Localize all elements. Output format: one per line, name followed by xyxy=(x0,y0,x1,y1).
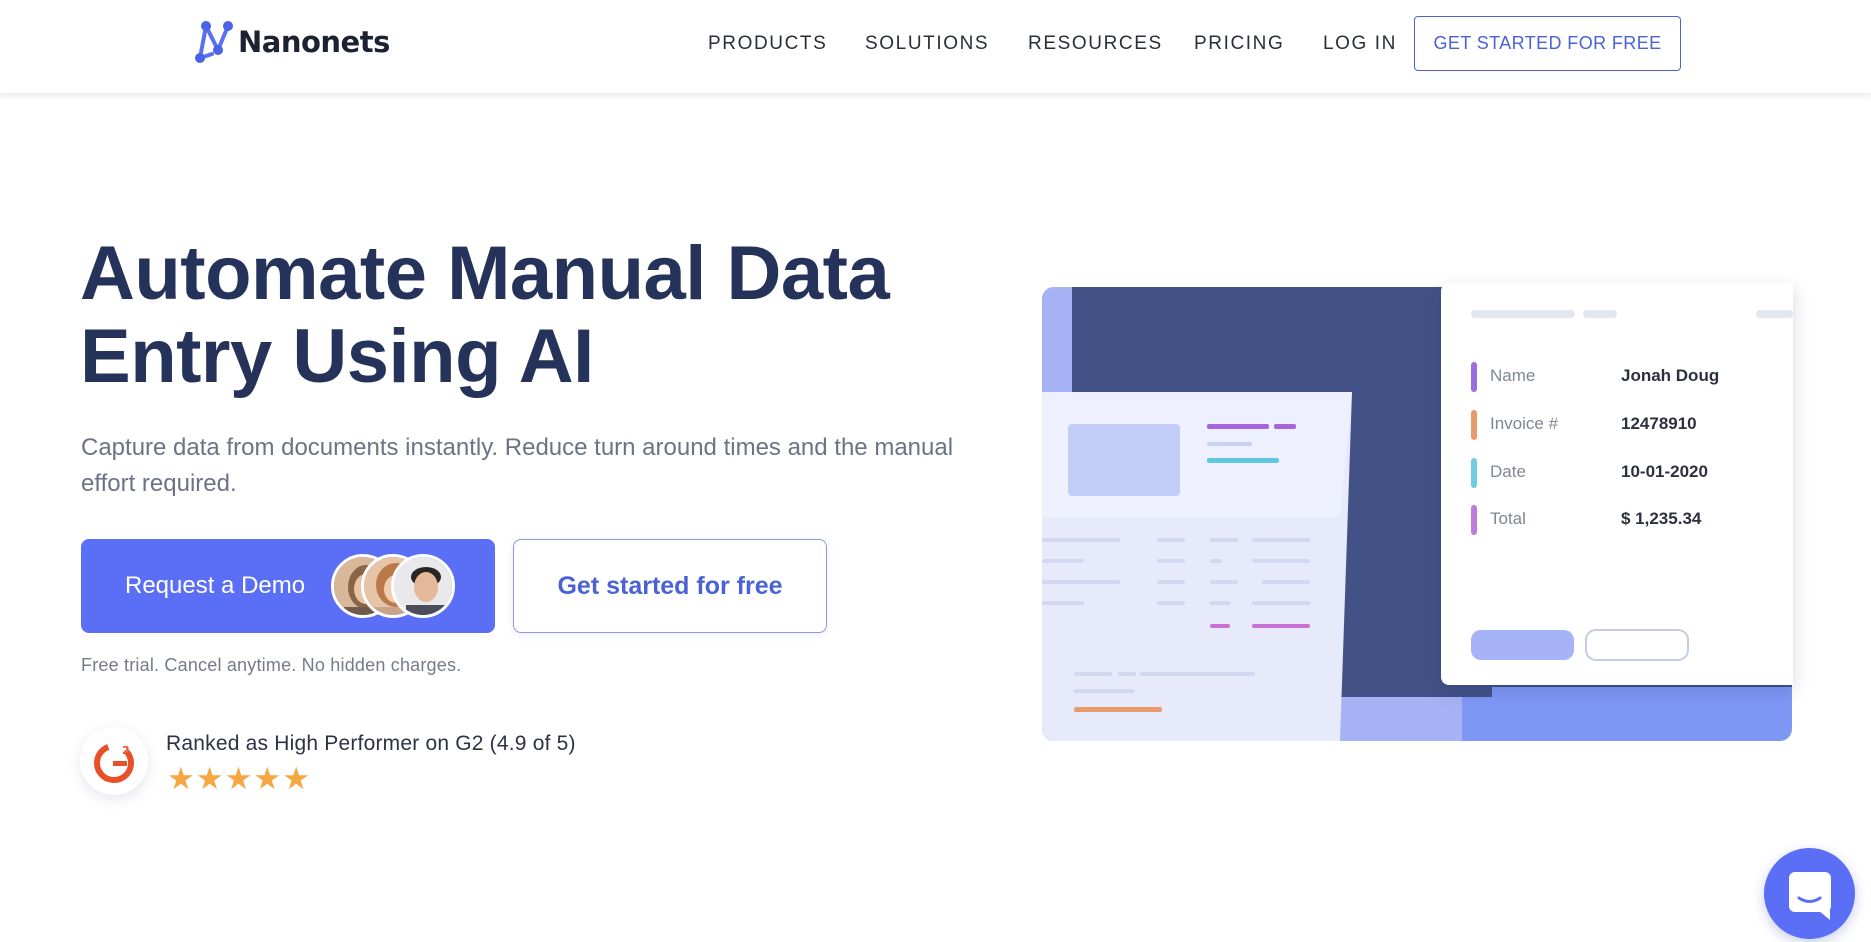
star-icon: ★ xyxy=(195,761,224,796)
get-started-free-button[interactable]: Get started for free xyxy=(513,539,827,633)
get-started-header-button[interactable]: GET STARTED FOR FREE xyxy=(1414,16,1681,71)
hero-headline: Automate Manual Data Entry Using AI xyxy=(80,232,980,398)
field-label: Name xyxy=(1490,366,1536,385)
nav-products[interactable]: PRODUCTS xyxy=(708,33,827,55)
g2-badge[interactable]: 2 xyxy=(80,727,148,795)
star-icon: ★ xyxy=(282,761,310,796)
nanonets-network-icon xyxy=(195,21,233,63)
nav-login[interactable]: LOG IN xyxy=(1323,33,1397,55)
field-marker xyxy=(1471,362,1477,392)
nav-pricing[interactable]: PRICING xyxy=(1194,33,1284,55)
brand-logo[interactable]: Nanonets xyxy=(192,20,390,64)
chat-launcher-button[interactable] xyxy=(1764,848,1855,939)
hero-headline-line1: Automate Manual Data xyxy=(80,231,890,316)
hero-subhead: Capture data from documents instantly. R… xyxy=(81,434,954,497)
request-demo-button[interactable]: Request a Demo xyxy=(81,539,495,633)
field-marker xyxy=(1471,505,1477,535)
field-value: Jonah Doug xyxy=(1621,366,1720,385)
field-label: Total xyxy=(1490,509,1526,528)
extracted-data-card: Name Jonah Doug Invoice # 12478910 Date … xyxy=(1441,283,1793,685)
g2-ranking-text: Ranked as High Performer on G2 (4.9 of 5… xyxy=(166,732,576,755)
trial-note: Free trial. Cancel anytime. No hidden ch… xyxy=(81,655,462,675)
field-label: Date xyxy=(1490,462,1526,481)
hero-headline-line2: Entry Using AI xyxy=(80,314,594,399)
field-value: 10-01-2020 xyxy=(1621,462,1708,481)
star-icon: ★ xyxy=(224,761,253,796)
team-avatars xyxy=(331,554,461,618)
star-icon: ★ xyxy=(253,761,282,796)
field-marker xyxy=(1471,458,1477,488)
star-rating: ★ ★ ★ ★ ★ xyxy=(167,761,311,796)
field-value: $ 1,235.34 xyxy=(1621,509,1702,528)
svg-text:2: 2 xyxy=(122,744,130,757)
nav-resources[interactable]: RESOURCES xyxy=(1028,33,1163,55)
star-icon: ★ xyxy=(167,761,195,796)
site-header: Nanonets PRODUCTS SOLUTIONS RESOURCES PR… xyxy=(0,0,1871,94)
chat-bubble-icon xyxy=(1789,872,1831,920)
avatar xyxy=(391,554,455,618)
field-marker xyxy=(1471,410,1477,440)
nav-solutions[interactable]: SOLUTIONS xyxy=(865,33,989,55)
request-demo-label: Request a Demo xyxy=(125,572,306,599)
field-label: Invoice # xyxy=(1490,414,1559,433)
g2-logo-icon: 2 xyxy=(94,743,134,783)
brand-name: Nanonets xyxy=(238,25,390,59)
field-value: 12478910 xyxy=(1621,414,1697,433)
